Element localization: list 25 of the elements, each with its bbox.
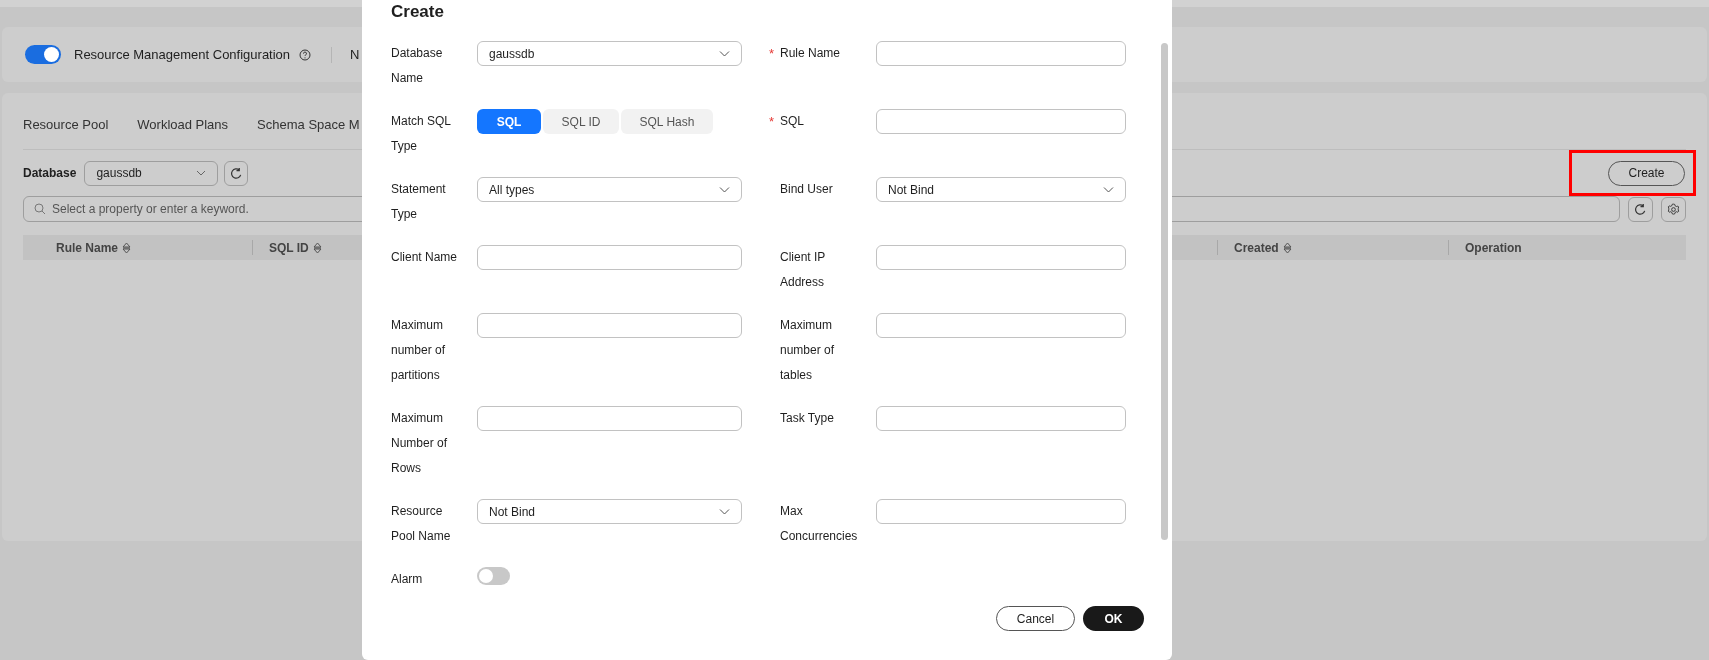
- field-label: Alarm: [391, 571, 424, 588]
- required-mark: *: [769, 45, 776, 63]
- column-header: Rule Name: [56, 239, 119, 257]
- field-label: SQL: [780, 113, 805, 130]
- field-label: Client IP Address: [780, 249, 827, 291]
- field-label: Resource Pool Name: [391, 503, 452, 545]
- field-label: Database Name: [391, 45, 444, 87]
- config-label: N: [350, 45, 360, 64]
- column-header: Operation: [1465, 239, 1522, 257]
- column-header: Created: [1234, 239, 1279, 257]
- database-label: Database: [23, 165, 77, 182]
- field-label: Task Type: [780, 410, 835, 427]
- field-label: Match SQL Type: [391, 113, 452, 155]
- field-label: Statement Type: [391, 181, 447, 223]
- required-mark: *: [769, 113, 776, 131]
- field-label: Maximum Number of Rows: [391, 410, 449, 477]
- field-label: Maximum number of partitions: [391, 317, 447, 384]
- field-label: Client Name: [391, 249, 459, 266]
- dialog-title: Create: [391, 1, 444, 23]
- field-label: Maximum number of tables: [780, 317, 836, 384]
- column-header: SQL ID: [269, 239, 309, 257]
- field-label: Max Concurrencies: [780, 503, 859, 545]
- field-label: Bind User: [780, 181, 834, 198]
- config-label: Resource Management Configuration: [74, 45, 291, 64]
- field-label: Rule Name: [780, 45, 842, 62]
